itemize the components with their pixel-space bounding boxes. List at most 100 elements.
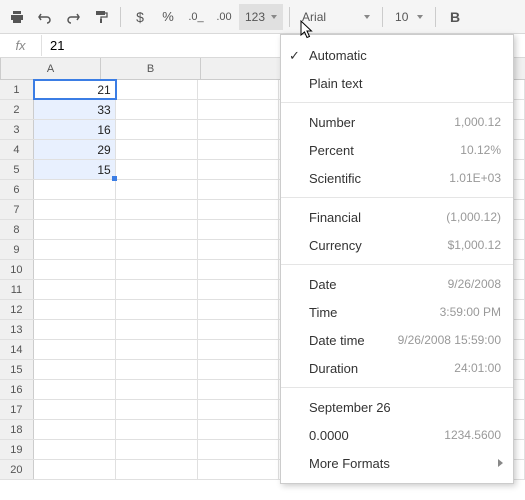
row-header[interactable]: 2 xyxy=(0,100,34,119)
cell[interactable] xyxy=(116,260,198,279)
cell[interactable] xyxy=(116,340,198,359)
cell[interactable] xyxy=(34,340,116,359)
menu-item[interactable]: 0.00001234.5600 xyxy=(281,421,513,449)
row-header[interactable]: 19 xyxy=(0,440,34,459)
cell[interactable] xyxy=(116,80,198,99)
cell[interactable] xyxy=(198,160,280,179)
cell[interactable] xyxy=(198,220,280,239)
undo-button[interactable] xyxy=(32,4,58,30)
cell[interactable] xyxy=(34,460,116,479)
row-header[interactable]: 8 xyxy=(0,220,34,239)
row-header[interactable]: 17 xyxy=(0,400,34,419)
row-header[interactable]: 18 xyxy=(0,420,34,439)
cell[interactable] xyxy=(34,200,116,219)
menu-item[interactable]: Currency$1,000.12 xyxy=(281,231,513,259)
menu-item[interactable]: Scientific1.01E+03 xyxy=(281,164,513,192)
menu-item[interactable]: Time3:59:00 PM xyxy=(281,298,513,326)
cell[interactable] xyxy=(198,140,280,159)
cell[interactable] xyxy=(34,380,116,399)
cell[interactable] xyxy=(198,440,280,459)
menu-item[interactable]: Percent10.12% xyxy=(281,136,513,164)
cell[interactable] xyxy=(116,440,198,459)
cell[interactable] xyxy=(34,320,116,339)
cell[interactable]: 21 xyxy=(34,80,116,99)
cell[interactable] xyxy=(198,380,280,399)
cell[interactable]: 33 xyxy=(34,100,116,119)
row-header[interactable]: 20 xyxy=(0,460,34,479)
cell[interactable] xyxy=(198,200,280,219)
cell[interactable] xyxy=(34,240,116,259)
percent-button[interactable]: % xyxy=(155,4,181,30)
menu-item[interactable]: ✓Automatic xyxy=(281,41,513,69)
cell[interactable] xyxy=(198,460,280,479)
cell[interactable] xyxy=(34,220,116,239)
cell[interactable] xyxy=(198,260,280,279)
column-header[interactable]: A xyxy=(1,58,101,79)
row-header[interactable]: 3 xyxy=(0,120,34,139)
cell[interactable] xyxy=(116,220,198,239)
menu-item[interactable]: More Formats xyxy=(281,449,513,477)
cell[interactable] xyxy=(116,300,198,319)
column-header[interactable]: B xyxy=(101,58,201,79)
cell[interactable] xyxy=(116,160,198,179)
cell[interactable]: 29 xyxy=(34,140,116,159)
print-button[interactable] xyxy=(4,4,30,30)
cell[interactable] xyxy=(116,460,198,479)
cell[interactable] xyxy=(198,280,280,299)
cell[interactable] xyxy=(116,200,198,219)
more-formats-dropdown[interactable]: 123 xyxy=(239,4,283,30)
cell[interactable] xyxy=(34,180,116,199)
cell[interactable] xyxy=(116,180,198,199)
cell[interactable] xyxy=(34,300,116,319)
cell[interactable] xyxy=(116,380,198,399)
cell[interactable] xyxy=(116,140,198,159)
cell[interactable] xyxy=(198,180,280,199)
font-size-dropdown[interactable]: 10 xyxy=(389,4,429,30)
cell[interactable] xyxy=(198,120,280,139)
menu-item[interactable]: Date time9/26/2008 15:59:00 xyxy=(281,326,513,354)
cell[interactable] xyxy=(34,280,116,299)
cell[interactable] xyxy=(198,340,280,359)
cell[interactable]: 16 xyxy=(34,120,116,139)
currency-button[interactable]: $ xyxy=(127,4,153,30)
cell[interactable] xyxy=(34,440,116,459)
menu-item[interactable]: Date9/26/2008 xyxy=(281,270,513,298)
cell[interactable] xyxy=(116,100,198,119)
row-header[interactable]: 9 xyxy=(0,240,34,259)
row-header[interactable]: 14 xyxy=(0,340,34,359)
cell[interactable] xyxy=(198,400,280,419)
cell[interactable] xyxy=(116,400,198,419)
row-header[interactable]: 12 xyxy=(0,300,34,319)
menu-item[interactable]: September 26 xyxy=(281,393,513,421)
menu-item[interactable]: Number1,000.12 xyxy=(281,108,513,136)
row-header[interactable]: 13 xyxy=(0,320,34,339)
cell[interactable] xyxy=(116,240,198,259)
row-header[interactable]: 6 xyxy=(0,180,34,199)
cell[interactable] xyxy=(34,360,116,379)
cell[interactable] xyxy=(116,360,198,379)
row-header[interactable]: 11 xyxy=(0,280,34,299)
cell[interactable] xyxy=(198,320,280,339)
increase-decimal-button[interactable]: .00 xyxy=(211,4,237,30)
cell[interactable] xyxy=(198,360,280,379)
cell[interactable] xyxy=(34,420,116,439)
row-header[interactable]: 5 xyxy=(0,160,34,179)
menu-item[interactable]: Financial(1,000.12) xyxy=(281,203,513,231)
menu-item[interactable]: Plain text xyxy=(281,69,513,97)
row-header[interactable]: 16 xyxy=(0,380,34,399)
font-family-dropdown[interactable]: Arial xyxy=(296,4,376,30)
cell[interactable] xyxy=(198,80,280,99)
cell[interactable] xyxy=(116,320,198,339)
bold-button[interactable]: B xyxy=(442,4,468,30)
cell[interactable] xyxy=(116,120,198,139)
cell[interactable] xyxy=(116,280,198,299)
cell[interactable] xyxy=(198,240,280,259)
row-header[interactable]: 1 xyxy=(0,80,34,99)
cell[interactable] xyxy=(34,260,116,279)
cell[interactable] xyxy=(198,420,280,439)
cell[interactable] xyxy=(34,400,116,419)
cell[interactable]: 15 xyxy=(34,160,116,179)
paint-format-button[interactable] xyxy=(88,4,114,30)
cell[interactable] xyxy=(116,420,198,439)
row-header[interactable]: 10 xyxy=(0,260,34,279)
